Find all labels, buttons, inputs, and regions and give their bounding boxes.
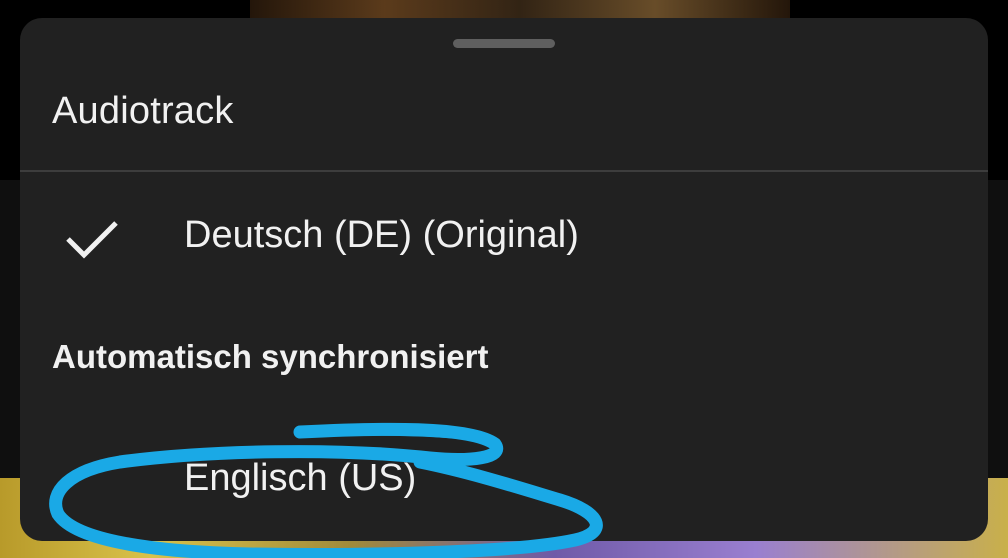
audio-track-option-deutsch[interactable]: Deutsch (DE) (Original) bbox=[20, 193, 988, 283]
sheet-title: Audiotrack bbox=[52, 90, 234, 132]
audio-track-option-label: Englisch (US) bbox=[184, 457, 417, 499]
checkmark-icon bbox=[66, 221, 118, 259]
audio-track-option-label: Deutsch (DE) (Original) bbox=[184, 214, 579, 256]
audio-track-bottom-sheet: Audiotrack Deutsch (DE) (Original) Autom… bbox=[20, 18, 988, 541]
section-header: Automatisch synchronisiert bbox=[52, 338, 489, 375]
audio-track-option-englisch[interactable]: Englisch (US) bbox=[20, 436, 988, 526]
drag-handle[interactable] bbox=[453, 39, 555, 48]
divider bbox=[20, 170, 988, 172]
